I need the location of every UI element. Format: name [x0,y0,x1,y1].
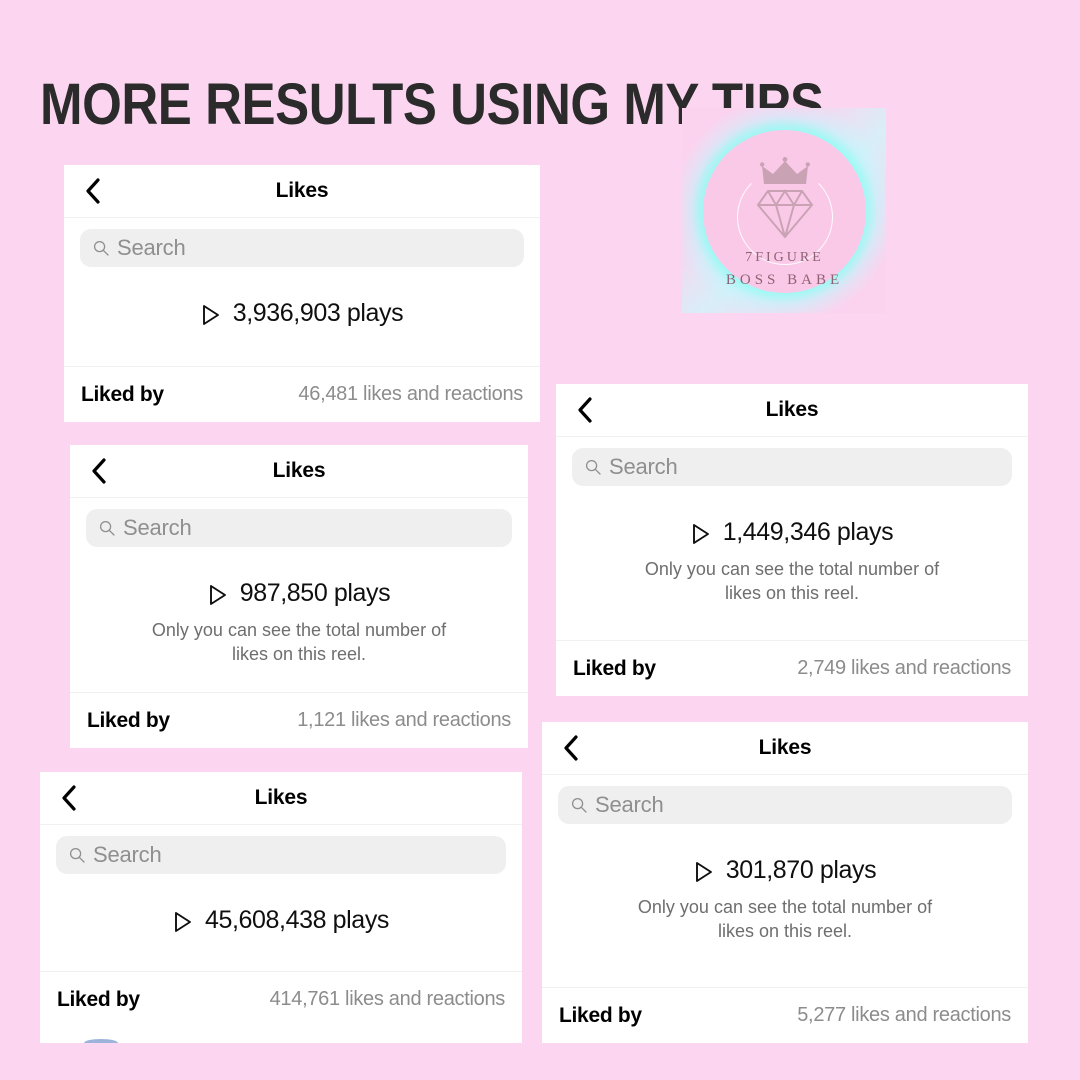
liked-by-row[interactable]: Liked by 414,761 likes and reactions [40,971,522,1027]
likes-card: Likes Search 45,608,438 plays Liked by 4… [40,772,522,1043]
plays-block: 301,870 plays Only you can see the total… [542,830,1028,943]
search-area: Search [40,825,522,880]
likes-count: 2,749 likes and reactions [797,657,1011,679]
likes-card: Likes Search 1,449,346 plays Only you ca… [556,384,1028,696]
card-title: Likes [272,459,326,482]
likes-count: 46,481 likes and reactions [298,383,523,405]
search-icon [69,847,85,863]
plays-row: 987,850 plays [70,579,528,608]
play-triangle-icon [201,304,222,325]
card-title: Likes [765,398,819,421]
likes-count: 5,277 likes and reactions [797,1004,1011,1026]
liked-by-label: Liked by [559,1003,642,1027]
play-triangle-icon [694,861,715,882]
liked-by-row[interactable]: Liked by 5,277 likes and reactions [542,987,1028,1043]
search-placeholder: Search [93,842,162,867]
play-triangle-icon [173,911,194,932]
search-icon [585,459,601,475]
liked-by-label: Liked by [57,987,140,1011]
privacy-note: Only you can see the total number of lik… [637,897,933,941]
logo-text-line1: 7FIGURE [745,249,824,265]
back-chevron-icon[interactable] [80,178,106,204]
likes-card: Likes Search 3,936,903 plays Liked by 46… [64,165,540,422]
avatar [84,1039,118,1043]
search-icon [571,797,587,813]
brand-logo: 7FIGURE BOSS BABE [682,108,886,313]
plays-block: 3,936,903 plays [64,273,540,328]
poster-canvas: MORE RESULTS USING MY TIPS 7FIGURE BOSS … [0,0,1080,1080]
search-area: Search [556,437,1028,492]
plays-block: 45,608,438 plays [40,880,522,935]
privacy-note: Only you can see the total number of lik… [644,559,940,603]
diamond-icon [755,186,815,247]
plays-row: 3,936,903 plays [64,299,540,328]
card-title: Likes [275,179,329,202]
search-input[interactable]: Search [558,786,1012,824]
card-title: Likes [254,786,308,809]
search-icon [99,520,115,536]
search-input[interactable]: Search [80,229,524,267]
logo-circle: 7FIGURE BOSS BABE [703,129,866,293]
search-placeholder: Search [117,235,186,260]
plays-count: 45,608,438 plays [204,906,390,934]
play-triangle-icon [691,523,712,544]
liked-by-label: Liked by [81,382,164,406]
search-area: Search [70,498,528,553]
likes-card: Likes Search 301,870 plays Only you can … [542,722,1028,1043]
search-placeholder: Search [595,792,664,817]
card-header: Likes [40,772,522,825]
search-input[interactable]: Search [572,448,1012,486]
card-header: Likes [70,445,528,498]
back-chevron-icon[interactable] [558,735,584,761]
play-triangle-icon [208,584,229,605]
liked-by-row[interactable]: Liked by 2,749 likes and reactions [556,640,1028,696]
search-input[interactable]: Search [86,509,512,547]
privacy-note: Only you can see the total number of lik… [151,620,447,664]
plays-row: 1,449,346 plays [556,518,1028,547]
card-header: Likes [542,722,1028,775]
plays-count: 3,936,903 plays [232,299,404,327]
back-chevron-icon[interactable] [572,397,598,423]
search-placeholder: Search [609,454,678,479]
card-header: Likes [556,384,1028,437]
card-title: Likes [758,736,812,759]
likes-count: 414,761 likes and reactions [269,988,506,1010]
search-input[interactable]: Search [56,836,506,874]
back-chevron-icon[interactable] [86,458,112,484]
plays-count: 301,870 plays [725,856,877,884]
liked-by-label: Liked by [573,656,656,680]
plays-block: 987,850 plays Only you can see the total… [70,553,528,666]
search-icon [93,240,109,256]
search-area: Search [64,218,540,273]
search-placeholder: Search [123,515,192,540]
back-chevron-icon[interactable] [56,785,82,811]
liked-by-label: Liked by [87,708,170,732]
plays-row: 301,870 plays [542,856,1028,885]
liked-by-row[interactable]: Liked by 1,121 likes and reactions [70,692,528,748]
liked-by-row[interactable]: Liked by 46,481 likes and reactions [64,366,540,422]
logo-text-line2: BOSS BABE [725,271,844,288]
plays-row: 45,608,438 plays [40,906,522,935]
likes-count: 1,121 likes and reactions [297,709,511,731]
search-area: Search [542,775,1028,830]
card-header: Likes [64,165,540,218]
plays-count: 987,850 plays [239,579,391,607]
likes-card: Likes Search 987,850 plays Only you can … [70,445,528,748]
plays-count: 1,449,346 plays [722,518,894,546]
plays-block: 1,449,346 plays Only you can see the tot… [556,492,1028,605]
